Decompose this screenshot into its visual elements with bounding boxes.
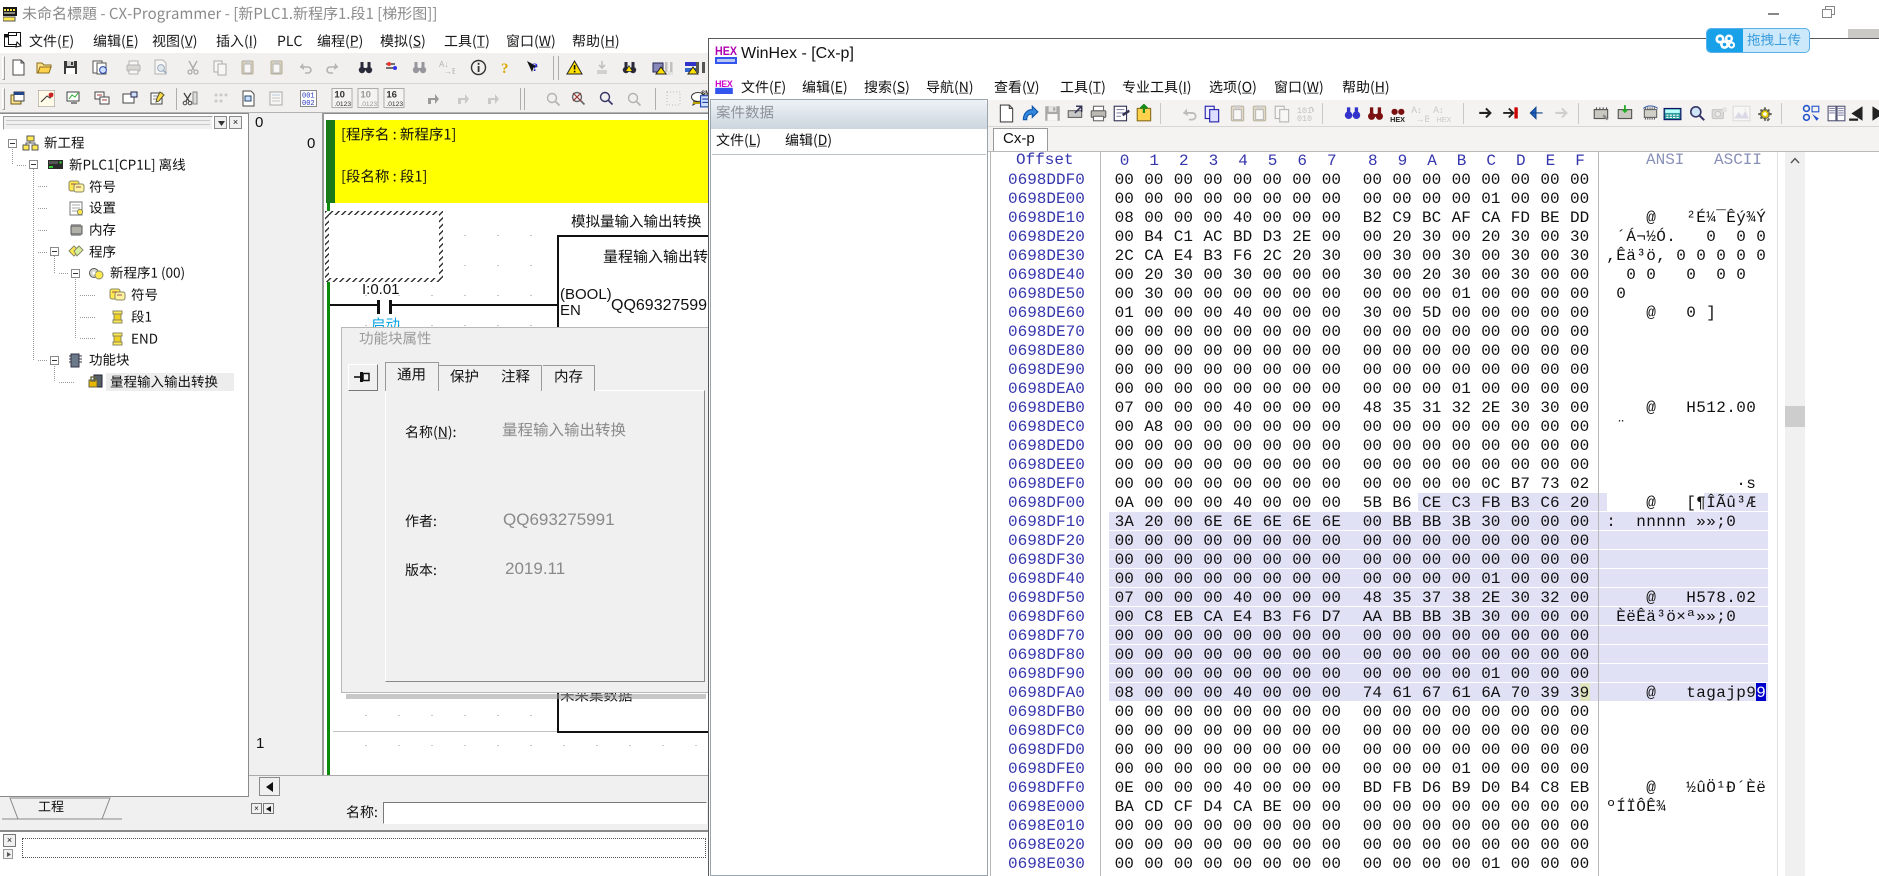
svg-text:HEX: HEX bbox=[715, 79, 733, 89]
svg-text:16: 16 bbox=[386, 90, 397, 101]
svg-text:.0123: .0123 bbox=[360, 101, 377, 108]
svg-text:→B: →B bbox=[1416, 114, 1429, 123]
svg-text:HEX: HEX bbox=[1436, 115, 1451, 123]
svg-text:run: run bbox=[664, 71, 673, 76]
svg-text:002: 002 bbox=[302, 100, 315, 107]
svg-text:10: 10 bbox=[360, 90, 371, 101]
svg-text:A↕: A↕ bbox=[1433, 105, 1443, 115]
svg-text:HEX: HEX bbox=[1390, 115, 1405, 123]
svg-text:?: ? bbox=[501, 61, 509, 76]
svg-text:→B: →B bbox=[444, 67, 455, 76]
svg-text:.0123: .0123 bbox=[334, 101, 351, 108]
svg-text:10: 10 bbox=[334, 90, 345, 101]
svg-text:HEX: HEX bbox=[715, 44, 737, 58]
svg-text:?: ? bbox=[532, 60, 538, 74]
svg-text:.0123: .0123 bbox=[386, 101, 403, 108]
svg-text:010: 010 bbox=[1297, 114, 1312, 123]
